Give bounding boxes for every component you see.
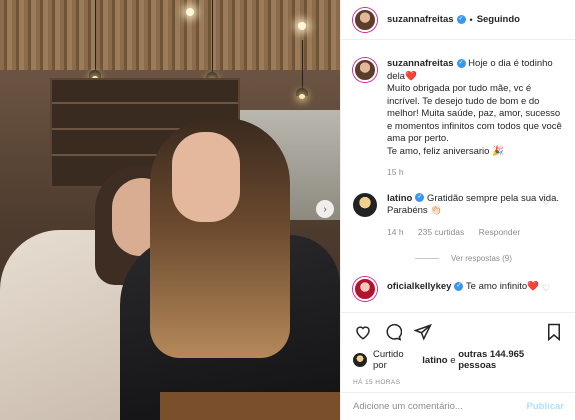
person-right-face [172, 132, 240, 222]
comment-username[interactable]: latino [387, 193, 412, 204]
list-item: latino ✓ Gratidão sempre pela sua vida. P… [353, 192, 564, 239]
like-comment-heart-icon[interactable]: ♡ [542, 283, 550, 294]
comment-likes[interactable]: 235 curtidas [418, 227, 464, 237]
reply-button[interactable]: Responder [479, 227, 521, 237]
comments-list[interactable]: suzannafreitas ✓ Hoje o dia é todinho del… [341, 40, 575, 312]
comment-time: 14 h [387, 226, 404, 237]
bookmark-icon[interactable] [544, 322, 564, 342]
caption-username[interactable]: suzannafreitas [387, 58, 454, 69]
add-comment-bar: Publicar [341, 392, 575, 420]
caption-text: Te amo, feliz aniversario 🎉 [387, 145, 504, 157]
likes-others[interactable]: outras 144.965 pessoas [458, 349, 564, 371]
caption-text: Muito obrigada por tudo mãe, vc é incrív… [387, 83, 562, 144]
post-time[interactable]: HÁ 15 HORAS [353, 379, 564, 386]
comment-username[interactable]: oficialkellykey [387, 281, 451, 292]
next-photo-button[interactable]: › [316, 200, 334, 218]
lamp-wire [212, 0, 213, 72]
comment-text: Gratidão sempre pela sua vida. Parabéns … [387, 192, 559, 217]
comment-icon[interactable] [383, 322, 403, 342]
author-username[interactable]: suzannafreitas [387, 14, 454, 25]
chevron-right-icon: › [323, 203, 327, 215]
likes-summary: Curtido por latino e outras 144.965 pess… [353, 349, 564, 371]
like-comment-heart-icon[interactable]: ♡ [542, 197, 550, 208]
follow-button[interactable]: Seguindo [477, 14, 520, 25]
likes-user[interactable]: latino [422, 355, 447, 366]
likes-middle: e [450, 354, 456, 366]
avatar[interactable] [353, 192, 377, 217]
avatar[interactable] [353, 7, 377, 32]
separator: • [469, 14, 473, 25]
ceiling-light [298, 22, 306, 30]
list-item: oficialkellykey ✓ Te amo infinito❤️ ♡ [353, 277, 564, 301]
ceiling-light [186, 8, 194, 16]
comment-input[interactable] [353, 401, 527, 412]
likes-prefix: Curtido por [373, 349, 404, 371]
avatar[interactable] [353, 58, 377, 82]
pendant-lamp [89, 70, 101, 81]
avatar[interactable] [353, 277, 377, 301]
verified-badge-icon: ✓ [415, 193, 425, 203]
lamp-wire [95, 0, 96, 70]
post-header: suzannafreitas ✓ • Seguindo [341, 0, 575, 40]
caption-line: suzannafreitas ✓ Hoje o dia é todinho del… [387, 58, 564, 83]
verified-badge-icon: ✓ [456, 58, 466, 68]
table [160, 392, 340, 420]
view-replies-button[interactable]: Ver respostas (9) [415, 254, 564, 263]
ceiling [0, 0, 340, 70]
heart-icon[interactable] [353, 322, 373, 342]
caption: suzannafreitas ✓ Hoje o dia é todinho del… [353, 58, 564, 179]
avatar[interactable] [353, 353, 367, 367]
comment-text: Te amo infinito❤️ [463, 281, 539, 292]
caption-time: 15 h [387, 167, 404, 177]
share-icon[interactable] [413, 322, 433, 342]
lamp-wire [302, 40, 303, 90]
publish-button[interactable]: Publicar [527, 401, 565, 412]
post-side-panel: suzannafreitas ✓ • Seguindo suzannafreit… [340, 0, 575, 420]
post-photo[interactable]: › [0, 0, 340, 420]
post-actions: Curtido por latino e outras 144.965 pess… [341, 312, 575, 386]
verified-badge-icon: ✓ [456, 15, 466, 24]
pendant-lamp [296, 88, 308, 99]
